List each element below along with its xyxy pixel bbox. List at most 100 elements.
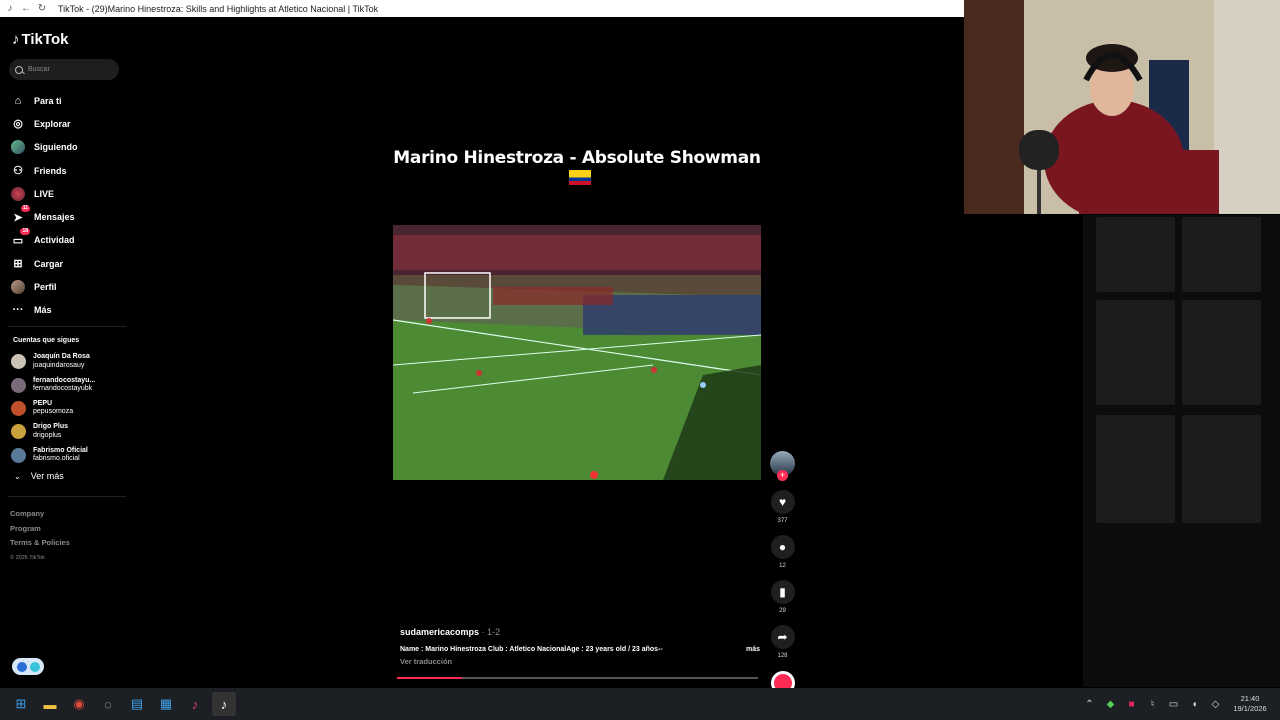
tray-app-icon[interactable]: ■	[1121, 699, 1142, 710]
video-caption: sudamericacomps · 1-2 Name : Marino Hine…	[400, 627, 760, 666]
page-title: TikTok - (29)Marino Hinestroza: Skills a…	[58, 3, 379, 14]
following-handle: fabrismo.oficial	[33, 455, 80, 463]
nav-label: Siguiendo	[34, 142, 78, 153]
system-tray: ⌃ ◆ ■ ♮ ▭ ◖ ◇ 21:40 19/1/2026	[1079, 688, 1280, 720]
avatar	[11, 424, 26, 440]
description-line: Name : Marino Hinestroza Club : Atletico…	[400, 646, 760, 653]
footer-link-terms[interactable]: Terms & Policies	[10, 536, 70, 551]
messages-badge: 11	[20, 205, 30, 213]
following-item[interactable]: fernandocostayu... fernandocostayubk	[11, 373, 95, 396]
see-more-button[interactable]: ⌄ Ver más	[14, 471, 64, 481]
author-line: sudamericacomps · 1-2	[400, 627, 760, 637]
video-progress-fill	[397, 677, 462, 679]
nav-live[interactable]: LIVE	[10, 182, 125, 205]
following-name: Fabrismo Oficial	[33, 446, 88, 454]
divider	[8, 496, 126, 497]
volume-icon[interactable]: ◖	[1184, 699, 1205, 710]
comment-icon[interactable]: ●	[770, 535, 795, 559]
following-handle: joaquindarosauy	[33, 361, 85, 369]
author-name[interactable]: sudamericacomps	[400, 627, 479, 637]
footer-link-company[interactable]: Company	[10, 507, 70, 522]
nav-label: Cargar	[34, 258, 64, 269]
following-name: fernandocostayu...	[33, 376, 96, 384]
more-icon: ···	[12, 304, 24, 317]
tiktok-note-icon: ♪	[12, 31, 20, 48]
video-thumbnail-placeholder[interactable]	[1182, 300, 1261, 405]
video-thumbnail-placeholder[interactable]	[1182, 217, 1261, 292]
video-thumbnail-placeholder[interactable]	[1182, 415, 1261, 523]
translate-link[interactable]: Ver traducción	[400, 657, 760, 666]
bookmark-icon[interactable]: ▮	[770, 580, 795, 604]
more-link[interactable]: más	[746, 646, 760, 653]
tiktok-studio-icon[interactable]: ♪	[183, 692, 207, 716]
colombia-flag-icon	[569, 170, 591, 185]
tiktok-app-icon[interactable]: ♪	[212, 692, 236, 716]
nav-label: Friends	[34, 165, 67, 176]
app-download-pill[interactable]	[12, 658, 44, 675]
clock-date: 19/1/2026	[1233, 704, 1267, 713]
tiktok-logo[interactable]: ♪ TikTok	[12, 31, 68, 48]
comment-count: 12	[779, 563, 786, 569]
nav-siguiendo[interactable]: Siguiendo	[10, 136, 125, 159]
shield-icon[interactable]: ◇	[1205, 699, 1226, 710]
nav-friends[interactable]: ⚇ Friends	[10, 159, 125, 182]
heart-icon[interactable]: ♥	[770, 490, 795, 514]
activity-icon: ▭ 18	[12, 228, 30, 247]
divider	[8, 326, 126, 327]
sidebar: ♪ TikTok Buscar ⌂ Para ti ◎ Explorar Sigui…	[0, 17, 128, 687]
chevron-up-icon[interactable]: ⌃	[1079, 699, 1100, 710]
photos-icon[interactable]: ▦	[154, 692, 178, 716]
nav-perfil[interactable]: Perfil	[10, 275, 125, 298]
obs-icon[interactable]: ◌	[96, 692, 120, 716]
search-input[interactable]: Buscar	[9, 59, 119, 80]
save-action[interactable]: ▮ 29	[769, 580, 796, 614]
clock[interactable]: 21:40 19/1/2026	[1226, 694, 1274, 714]
video-thumbnail-placeholder[interactable]	[1096, 300, 1175, 405]
back-icon[interactable]: ←	[20, 3, 32, 15]
sidebar-footer: Company Program Terms & Policies © 2026 …	[10, 507, 70, 565]
network-icon[interactable]: ▭	[1163, 699, 1184, 710]
avatar	[11, 354, 26, 370]
video-player[interactable]	[393, 225, 761, 480]
nav-para-ti[interactable]: ⌂ Para ti	[10, 89, 125, 112]
file-explorer-icon[interactable]: ▬	[38, 692, 62, 716]
following-item[interactable]: Fabrismo Oficial fabrismo.oficial	[11, 444, 95, 467]
tray-app-icon[interactable]: ◆	[1100, 699, 1121, 710]
comment-action[interactable]: ● 12	[769, 535, 796, 569]
windows-start-icon[interactable]: ⊞	[9, 692, 33, 716]
following-list: Joaquín Da Rosa joaquindarosauy fernandoc…	[11, 350, 95, 467]
live-icon	[10, 186, 26, 202]
following-name: PEPU	[33, 399, 53, 407]
nav-actividad[interactable]: ▭ 18 Actividad	[10, 228, 125, 252]
video-thumbnail-placeholder[interactable]	[1096, 415, 1175, 523]
like-action[interactable]: ♥ 377	[769, 490, 796, 524]
nav-mensajes[interactable]: ➤ 11 Mensajes	[10, 205, 125, 228]
post-date: · 1-2	[481, 627, 501, 637]
nav-cargar[interactable]: ⊞ Cargar	[10, 252, 125, 275]
pc-app-icon	[16, 661, 27, 672]
video-thumbnail-placeholder[interactable]	[1096, 217, 1175, 292]
footer-link-program[interactable]: Program	[10, 522, 70, 537]
notepad-icon[interactable]: ▤	[125, 692, 149, 716]
following-title: Cuentas que sigues	[13, 337, 80, 344]
reload-icon[interactable]: ↻	[36, 3, 48, 15]
microphone-icon[interactable]: ♮	[1142, 699, 1163, 710]
tiktok-favicon-icon: ♪	[7, 3, 13, 14]
chrome-icon[interactable]: ◉	[67, 692, 91, 716]
video-progress-bar[interactable]	[397, 677, 758, 679]
following-item[interactable]: Drigo Plus drigoplus	[11, 420, 95, 443]
clock-time: 21:40	[1240, 694, 1260, 703]
following-handle: drigoplus	[33, 431, 62, 439]
following-name: Joaquín Da Rosa	[33, 353, 90, 361]
share-action[interactable]: ➦ 128	[769, 625, 796, 659]
compass-icon: ◎	[13, 118, 23, 131]
nav-mas[interactable]: ··· Más	[10, 299, 125, 322]
nav-explorar[interactable]: ◎ Explorar	[10, 112, 125, 135]
follow-plus-icon[interactable]: +	[777, 470, 788, 481]
see-more-label: Ver más	[30, 471, 64, 481]
share-icon[interactable]: ➦	[770, 625, 795, 649]
following-item[interactable]: PEPU pepusomoza	[11, 397, 95, 420]
video-overlay-title: Marino Hinestroza - Absolute Showman	[393, 148, 761, 188]
following-item[interactable]: Joaquín Da Rosa joaquindarosauy	[11, 350, 95, 373]
author-avatar[interactable]: +	[770, 451, 795, 481]
